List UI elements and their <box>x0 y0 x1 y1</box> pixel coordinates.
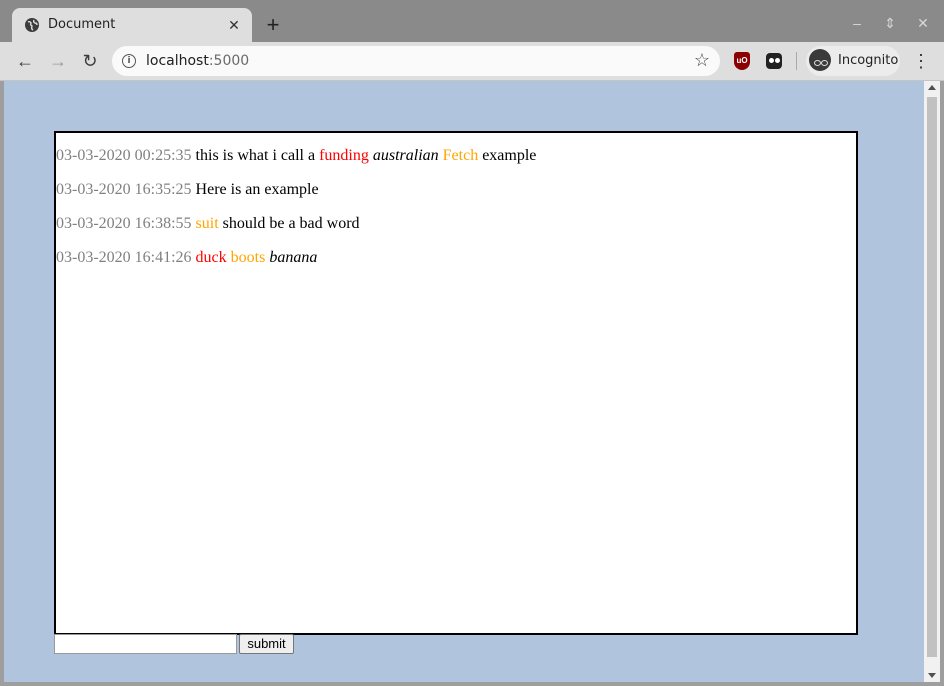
message-word-red: duck <box>195 249 227 266</box>
message-word-italic: banana <box>269 249 318 266</box>
globe-icon <box>25 18 39 32</box>
minimize-icon[interactable]: – <box>848 14 866 32</box>
tab-title: Document <box>48 17 116 32</box>
url-port: :5000 <box>208 53 250 69</box>
message-text: Here is an example <box>195 181 319 198</box>
new-tab-button[interactable]: + <box>262 14 284 36</box>
url-host: localhost <box>146 53 209 69</box>
page-viewport: 03-03-2020 00:25:35 this is what i call … <box>4 81 924 682</box>
message-word-orange: Fetch <box>442 147 479 164</box>
browser-menu-icon[interactable]: ⋮ <box>912 50 930 72</box>
address-bar[interactable]: i localhost:5000 ☆ <box>112 46 720 76</box>
chat-message: 03-03-2020 16:38:55 suit should be a bad… <box>56 215 360 233</box>
forward-arrow-icon[interactable]: → <box>47 50 69 72</box>
message-word-red: funding <box>319 147 369 164</box>
tab-strip: Document ✕ + – ⇕ ✕ <box>0 0 944 42</box>
scroll-up-arrow-icon[interactable] <box>928 85 936 90</box>
message-word-orange: suit <box>195 215 219 232</box>
scrollbar-thumb[interactable] <box>927 97 937 657</box>
ghostery-extension-icon[interactable] <box>766 53 782 69</box>
incognito-icon <box>809 49 831 71</box>
tab-document[interactable]: Document ✕ <box>12 8 252 42</box>
chat-message: 03-03-2020 16:35:25 Here is an example <box>56 181 319 199</box>
incognito-label: Incognito <box>838 53 899 68</box>
chat-message: 03-03-2020 16:41:26 duck boots banana <box>56 249 317 267</box>
ublock-extension-icon[interactable]: uO <box>734 52 750 70</box>
message-timestamp: 03-03-2020 00:25:35 <box>56 147 192 164</box>
close-tab-icon[interactable]: ✕ <box>226 17 242 33</box>
toolbar-divider <box>796 52 797 70</box>
message-text: this is what i call a <box>195 147 320 164</box>
message-timestamp: 03-03-2020 16:38:55 <box>56 215 192 232</box>
bookmark-star-icon[interactable]: ☆ <box>694 50 710 71</box>
message-text: example <box>478 147 537 164</box>
message-timestamp: 03-03-2020 16:35:25 <box>56 181 192 198</box>
browser-window: Document ✕ + – ⇕ ✕ ← → ↻ i localhost:500… <box>0 0 944 686</box>
scroll-down-arrow-icon[interactable] <box>928 673 936 678</box>
incognito-badge[interactable]: Incognito <box>806 46 900 76</box>
message-text: should be a bad word <box>218 215 360 232</box>
chat-message: 03-03-2020 00:25:35 this is what i call … <box>56 147 536 165</box>
close-window-icon[interactable]: ✕ <box>914 14 932 32</box>
browser-toolbar: ← → ↻ i localhost:5000 ☆ uO Incognito ⋮ <box>0 42 944 81</box>
chat-log: 03-03-2020 00:25:35 this is what i call … <box>54 131 858 635</box>
url-text: localhost:5000 <box>146 53 249 69</box>
message-input[interactable] <box>54 634 237 654</box>
back-arrow-icon[interactable]: ← <box>14 50 36 72</box>
message-word-orange: boots <box>230 249 266 266</box>
reload-icon[interactable]: ↻ <box>79 50 101 72</box>
vertical-scrollbar[interactable] <box>924 81 940 682</box>
submit-button[interactable]: submit <box>239 634 294 654</box>
site-info-icon[interactable]: i <box>122 54 136 68</box>
window-bottom-edge <box>0 682 944 686</box>
message-word-italic: australian <box>372 147 439 164</box>
maximize-icon[interactable]: ⇕ <box>881 14 899 32</box>
message-timestamp: 03-03-2020 16:41:26 <box>56 249 192 266</box>
